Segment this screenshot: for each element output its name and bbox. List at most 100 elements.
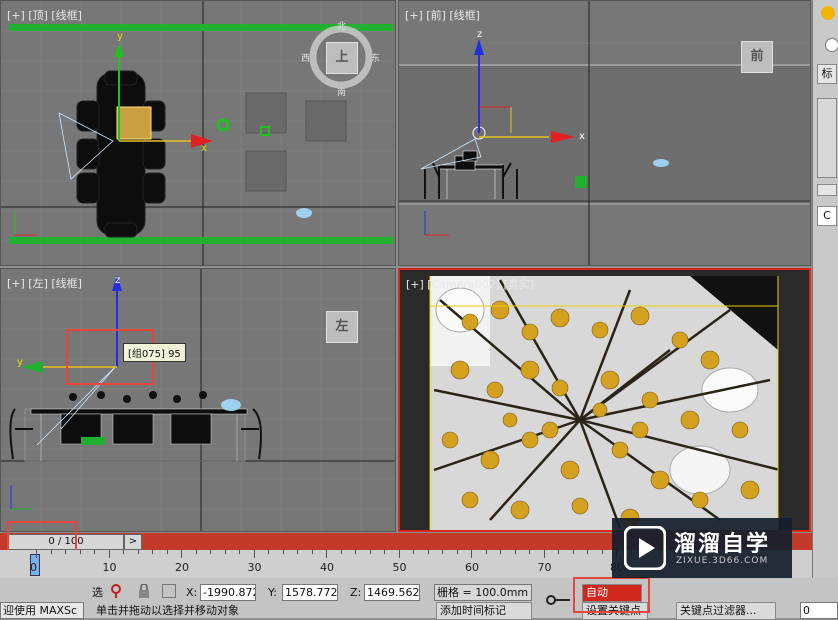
ruler-minor-tick (152, 550, 153, 554)
ruler-minor-tick (297, 550, 298, 554)
ruler-tick (326, 550, 327, 558)
ruler-minor-tick (268, 550, 269, 554)
ruler-tick (108, 550, 110, 558)
panel-collapse[interactable] (817, 184, 837, 196)
ruler-minor-tick (311, 550, 313, 554)
key-icon[interactable] (110, 584, 122, 598)
ruler-tick (181, 550, 182, 558)
top-axis-y: y (117, 31, 123, 42)
ruler-minor-tick (601, 550, 603, 554)
compass-west: 西 (301, 53, 310, 64)
command-panel: 标 C (812, 0, 838, 618)
watermark-logo: 溜溜自学 ZIXUE.3D66.COM (612, 518, 792, 578)
grid-size-display: 栅格 = 100.0mm (434, 584, 532, 601)
ruler-minor-tick (94, 550, 95, 554)
x-coordinate-field[interactable]: -1990.872 (200, 584, 256, 601)
ruler-minor-tick (239, 550, 240, 554)
viewport-camera[interactable]: [+] [Camera002] [真实] (398, 268, 811, 532)
next-frame-button[interactable]: > (124, 534, 142, 550)
ruler-minor-tick (427, 550, 429, 554)
current-frame-field[interactable]: 0 (800, 602, 838, 619)
lock-icon[interactable] (138, 583, 150, 598)
watermark-title: 溜溜自学 (674, 532, 771, 557)
ruler-minor-tick (369, 550, 371, 554)
ruler-minor-tick (442, 550, 443, 554)
sun-icon[interactable] (821, 6, 835, 20)
ruler-label: 30 (247, 561, 262, 574)
ruler-minor-tick (413, 550, 414, 554)
ruler-label: 60 (465, 561, 479, 574)
viewport-left[interactable]: y z 左 [组075] 95 [+] [左] [线框] (0, 268, 396, 532)
ruler-tick (253, 550, 255, 558)
ruler-minor-tick (355, 550, 356, 554)
ruler-minor-tick (65, 550, 66, 554)
ruler-minor-tick (282, 550, 284, 554)
ruler-minor-tick (384, 550, 385, 554)
status-bar: 迎使用 MAXSc 选 X: -1990.872 Y: 1578.772 Z: … (0, 578, 838, 620)
z-label: Z: (350, 586, 362, 599)
selection-mode-label: 选 (92, 586, 103, 599)
key-filters-button[interactable]: 关键点过滤器... (676, 602, 776, 620)
y-coordinate-field[interactable]: 1578.772 (282, 584, 338, 601)
viewport-top[interactable]: y x 北 南 西 东 上 [+] [顶] [线框] (0, 0, 396, 266)
ruler-minor-tick (79, 550, 81, 554)
ruler-minor-tick (195, 550, 197, 554)
z-coordinate-field[interactable]: 1469.562 (364, 584, 420, 601)
viewport-left-label[interactable]: [+] [左] [线框] (7, 275, 82, 291)
set-key-icon[interactable] (546, 594, 572, 606)
viewcube-top[interactable]: 上 (326, 42, 358, 74)
left-view-scene: y z (1, 269, 395, 531)
ruler-minor-tick (514, 550, 516, 554)
ruler-label: 50 (392, 561, 407, 574)
viewport-front[interactable]: z x 前 [+] [前] [线框] (398, 0, 811, 266)
viewcube-front[interactable]: 前 (741, 41, 773, 73)
camera-render (429, 276, 781, 530)
ruler-tick (398, 550, 400, 558)
compass-north: 北 (337, 21, 346, 32)
panel-tab[interactable]: 标 (817, 64, 837, 84)
ruler-minor-tick (558, 550, 559, 554)
ruler-minor-tick (224, 550, 226, 554)
left-axis-z: z (115, 275, 120, 286)
ruler-label: 20 (175, 561, 189, 574)
y-label: Y: (268, 586, 277, 599)
front-axis-z: z (477, 29, 482, 40)
top-axis-x: x (201, 143, 207, 154)
maxscript-listener[interactable]: 迎使用 MAXSc (0, 602, 84, 619)
ruler-minor-tick (166, 550, 168, 554)
ruler-minor-tick (210, 550, 211, 554)
radio-icon[interactable] (825, 38, 838, 52)
left-axis-y: y (17, 357, 23, 368)
ruler-label: 0 (30, 561, 37, 574)
compass-south: 南 (337, 86, 346, 98)
ruler-minor-tick (456, 550, 458, 554)
panel-field[interactable]: C (817, 206, 837, 226)
add-time-tag-button[interactable]: 添加时间标记 (436, 602, 532, 620)
ruler-tick (543, 550, 545, 558)
panel-rollout (817, 98, 837, 178)
viewport-front-label[interactable]: [+] [前] [线框] (405, 7, 480, 23)
transform-mode-icon[interactable] (162, 584, 176, 598)
ruler-label: 10 (102, 561, 117, 574)
ruler-label: 40 (320, 561, 334, 574)
x-label: X: (186, 586, 198, 599)
viewcube-left[interactable]: 左 (326, 311, 358, 343)
top-view-scene: y x 北 南 西 东 (1, 1, 395, 265)
ruler-tick (36, 550, 37, 558)
viewport-top-label[interactable]: [+] [顶] [线框] (7, 7, 82, 23)
watermark-url: ZIXUE.3D66.COM (676, 556, 769, 566)
ruler-minor-tick (529, 550, 530, 554)
ruler-minor-tick (123, 550, 124, 554)
front-axis-x: x (579, 131, 585, 142)
viewport-camera-label[interactable]: [+] [Camera002] [真实] (406, 276, 534, 292)
ruler-minor-tick (572, 550, 574, 554)
ruler-minor-tick (137, 550, 139, 554)
ruler-minor-tick (587, 550, 588, 554)
compass-east: 东 (371, 52, 380, 64)
play-logo-icon (623, 525, 667, 573)
ruler-tick (471, 550, 472, 558)
ruler-minor-tick (340, 550, 342, 554)
object-tooltip: [组075] 95 (123, 343, 186, 362)
ruler-label: 70 (537, 561, 552, 574)
ruler-minor-tick (50, 550, 52, 554)
